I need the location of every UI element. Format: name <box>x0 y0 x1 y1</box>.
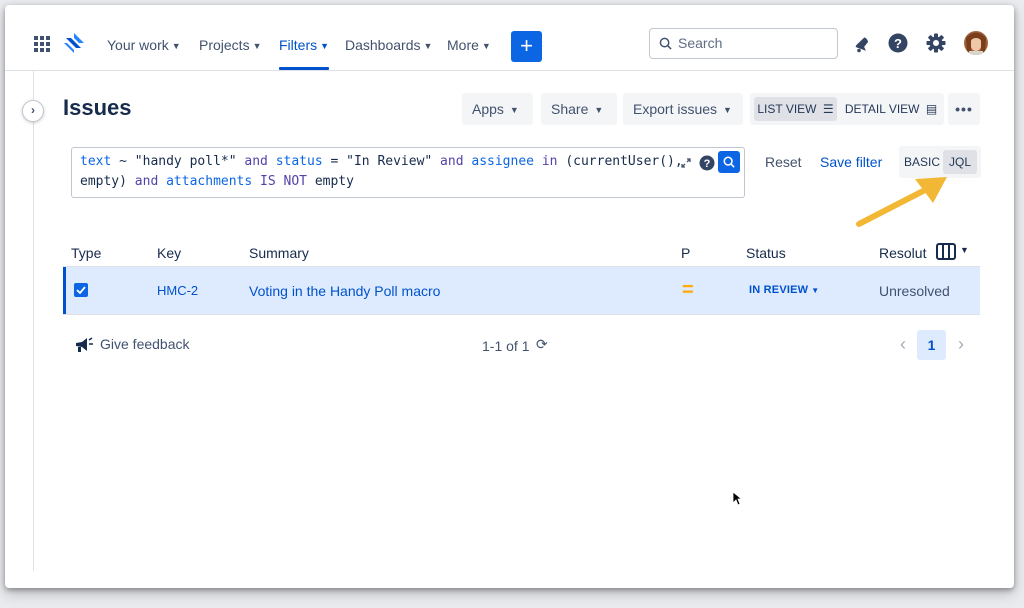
svg-text:?: ? <box>894 36 902 51</box>
share-button[interactable]: Share ▼ <box>541 93 617 125</box>
detail-view-button[interactable]: DETAIL VIEW ▤ <box>841 97 941 121</box>
chevron-down-icon: ▼ <box>481 41 491 51</box>
expand-editor-icon[interactable] <box>681 158 691 168</box>
jql-query-input[interactable]: text ~ "handy poll*" and status = "In Re… <box>71 147 745 198</box>
jira-logo-icon[interactable] <box>63 32 85 54</box>
svg-text:?: ? <box>704 158 711 170</box>
detail-view-icon: ▤ <box>925 102 938 116</box>
row-divider <box>63 314 980 315</box>
chevron-down-icon: ▼ <box>594 105 604 115</box>
search-icon <box>723 156 735 168</box>
more-actions-button[interactable]: ••• <box>948 93 980 125</box>
results-count: 1-1 of 1 <box>482 338 530 354</box>
refresh-icon[interactable]: ⟳ <box>536 336 548 353</box>
nav-projects[interactable]: Projects ▼ <box>199 35 262 55</box>
issue-summary-link[interactable]: Voting in the Handy Poll macro <box>249 283 440 299</box>
app-switcher-icon[interactable] <box>34 36 50 52</box>
app-window: Your work ▼ Projects ▼ Filters ▼ Dashboards… <box>5 5 1014 588</box>
task-type-icon <box>74 283 88 297</box>
search-icon <box>659 37 672 50</box>
resolution-value: Unresolved <box>879 283 950 299</box>
jql-mode-button[interactable]: JQL <box>943 150 977 174</box>
create-button[interactable]: + <box>511 31 542 62</box>
save-filter-button[interactable]: Save filter <box>820 154 882 170</box>
issue-key-link[interactable]: HMC-2 <box>157 283 198 298</box>
expand-sidebar-button[interactable]: › <box>22 100 44 122</box>
column-header-key[interactable]: Key <box>157 245 181 261</box>
megaphone-icon <box>76 337 93 352</box>
nav-more[interactable]: More ▼ <box>447 35 491 55</box>
top-navigation: Your work ▼ Projects ▼ Filters ▼ Dashboards… <box>5 5 1014 71</box>
page-title: Issues <box>63 95 132 120</box>
chevron-right-icon: › <box>31 103 35 117</box>
export-issues-button[interactable]: Export issues ▼ <box>623 93 743 125</box>
jql-line-1: text ~ "handy poll*" and status = "In Re… <box>80 154 683 169</box>
notifications-icon[interactable] <box>853 35 871 53</box>
apps-button[interactable]: Apps ▼ <box>462 93 533 125</box>
chevron-down-icon: ▼ <box>252 41 262 51</box>
search-submit-button[interactable] <box>718 151 740 173</box>
annotation-arrow-icon <box>856 177 947 227</box>
search-input[interactable]: Search <box>649 28 838 59</box>
reset-button[interactable]: Reset <box>765 154 802 170</box>
chevron-down-icon: ▼ <box>423 41 433 51</box>
nav-your-work[interactable]: Your work ▼ <box>107 35 181 55</box>
chevron-down-icon: ▼ <box>509 105 519 115</box>
column-header-status[interactable]: Status <box>746 245 786 261</box>
nav-dashboards[interactable]: Dashboards ▼ <box>345 35 432 55</box>
list-icon: ☰ <box>822 102 834 116</box>
table-row[interactable] <box>63 267 980 314</box>
chevron-down-icon: ▼ <box>723 105 732 115</box>
search-placeholder: Search <box>678 35 723 51</box>
previous-page-button[interactable]: ‹ <box>900 334 906 355</box>
jql-help-icon[interactable]: ? <box>699 155 715 171</box>
mouse-cursor-icon <box>732 491 742 506</box>
active-nav-indicator <box>279 67 329 70</box>
column-header-resolution[interactable]: Resolut <box>879 245 926 261</box>
basic-mode-button[interactable]: BASIC <box>903 150 941 174</box>
page-1-button[interactable]: 1 <box>917 330 946 360</box>
chevron-down-icon: ▼ <box>171 41 181 51</box>
settings-gear-icon[interactable] <box>926 33 946 53</box>
nav-filters[interactable]: Filters ▼ <box>279 35 329 55</box>
column-header-type[interactable]: Type <box>71 245 101 261</box>
chevron-down-icon: ▼ <box>320 41 330 51</box>
next-page-button[interactable]: › <box>958 334 964 355</box>
sidebar-border <box>33 71 34 571</box>
list-view-button[interactable]: LIST VIEW ☰ <box>754 97 837 121</box>
column-picker-button[interactable]: ▼ <box>936 241 976 263</box>
user-avatar[interactable] <box>963 30 989 56</box>
column-header-summary[interactable]: Summary <box>249 245 309 261</box>
status-dropdown[interactable]: IN REVIEW ▼ <box>749 284 819 296</box>
columns-icon <box>936 243 956 260</box>
chevron-down-icon: ▼ <box>811 286 820 295</box>
jql-line-2: empty) and attachments IS NOT empty <box>80 174 354 189</box>
chevron-down-icon: ▼ <box>960 245 969 255</box>
view-switcher: LIST VIEW ☰ DETAIL VIEW ▤ <box>750 93 944 125</box>
help-icon[interactable]: ? <box>888 33 908 53</box>
column-header-priority[interactable]: P <box>681 245 690 261</box>
priority-medium-icon: = <box>682 279 694 301</box>
